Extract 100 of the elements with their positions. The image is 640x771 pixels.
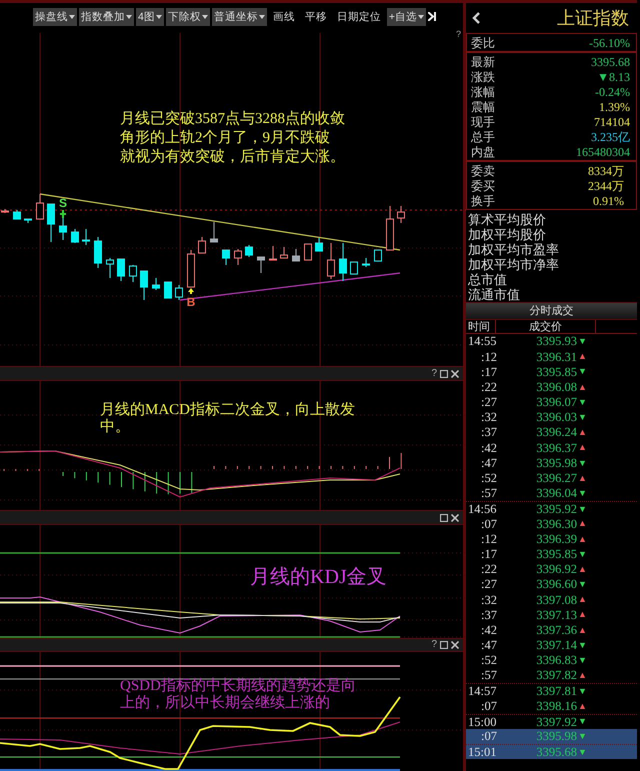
candlestick xyxy=(117,258,125,282)
direction-arrow: ▼ xyxy=(578,504,587,514)
time-cell-text: :22 xyxy=(480,380,498,394)
direction-arrow: ▼ xyxy=(578,413,587,422)
trade-row[interactable]: :42 3396.37▲ xyxy=(466,440,637,456)
price-cell-text: 3396.83 xyxy=(535,654,578,667)
trade-row[interactable]: :57 3397.82▲ xyxy=(466,668,637,684)
help-button[interactable]: ? xyxy=(431,368,437,378)
toolbar-button[interactable]: 4图 xyxy=(136,8,164,26)
trade-row[interactable]: :32 3396.03▼ xyxy=(466,410,637,426)
caret-icon xyxy=(202,15,208,19)
price-cell-text: 3396.60 xyxy=(535,578,578,591)
quote-value: 3.235亿 xyxy=(591,130,630,142)
quote-label: 最新 xyxy=(471,56,495,68)
trade-row[interactable]: :52 3396.27▲ xyxy=(466,470,637,486)
trade-row[interactable]: 14:55 3395.93▼ xyxy=(466,334,637,350)
candlestick xyxy=(374,250,382,262)
time-cell-text: :57 xyxy=(480,669,498,682)
candlestick xyxy=(59,218,67,240)
trade-row[interactable]: :27 3396.60▼ xyxy=(466,577,637,592)
candlestick xyxy=(397,206,405,224)
time-cell-text: :07 xyxy=(480,518,498,530)
direction-arrow: ▲ xyxy=(578,352,587,362)
sell-signal-label: S xyxy=(59,196,67,210)
trade-row[interactable]: :52 3396.83▼ xyxy=(466,652,637,668)
info-label: 总市值 xyxy=(468,272,508,287)
trade-row[interactable]: :17 3395.85▼ xyxy=(466,546,637,562)
trade-row[interactable]: 14:56 3395.92▼ xyxy=(466,501,637,516)
time-cell-text: :42 xyxy=(480,442,498,454)
caret-icon xyxy=(69,15,75,19)
trade-row[interactable]: :12 3396.31▲ xyxy=(466,349,637,364)
quote-value: 2344万 xyxy=(588,180,624,192)
trade-row[interactable]: 15:01 3395.68▼ xyxy=(466,744,637,760)
trade-row[interactable]: :07 3396.30▲ xyxy=(466,516,637,532)
candlestick xyxy=(13,210,21,220)
trade-row[interactable]: 14:57 3397.81▼ xyxy=(466,683,637,698)
toolbar-button[interactable]: 日期定位 xyxy=(332,8,385,26)
candlestick xyxy=(175,284,183,300)
quote-label: 委卖 xyxy=(471,164,495,176)
candlestick xyxy=(304,244,312,260)
close-icon[interactable] xyxy=(451,641,459,649)
buy-arrow-icon xyxy=(188,288,194,294)
trade-row[interactable]: :37 3396.24▲ xyxy=(466,425,637,440)
maximize-icon[interactable] xyxy=(440,370,448,378)
direction-arrow: ▲ xyxy=(578,564,587,574)
candlestick xyxy=(386,206,394,250)
time-cell-text: 14:57 xyxy=(467,685,498,698)
price-cell-text: 3396.08 xyxy=(535,380,578,394)
trade-row[interactable]: :22 3396.08▲ xyxy=(466,380,637,395)
direction-arrow: ▼ xyxy=(578,580,587,590)
trade-row[interactable]: :17 3395.85▼ xyxy=(466,364,637,380)
maximize-icon[interactable] xyxy=(440,514,448,522)
quote-label: 涨幅 xyxy=(471,86,495,98)
toolbar-button[interactable]: +自选 xyxy=(386,8,426,26)
caret-icon xyxy=(258,15,265,19)
trade-row[interactable]: :12 3396.39▲ xyxy=(466,531,637,547)
quote-label: 震幅 xyxy=(471,100,495,112)
time-cell-text: :32 xyxy=(480,594,498,606)
chevron-bar-icon[interactable] xyxy=(428,12,437,21)
toolbar-button[interactable]: 操盘线 xyxy=(33,8,77,26)
trade-row[interactable]: :32 3397.08▲ xyxy=(466,592,637,608)
candlestick xyxy=(47,204,55,242)
direction-arrow: ▼ xyxy=(578,732,587,741)
caret-icon xyxy=(126,15,132,19)
trade-row[interactable]: :07 3398.16▲ xyxy=(466,698,637,714)
back-chevron-icon[interactable] xyxy=(472,12,480,24)
direction-arrow: ▲ xyxy=(578,519,587,528)
price-cell-text: 3395.98 xyxy=(535,456,578,470)
toolbar-button[interactable]: 普通坐标 xyxy=(212,8,267,26)
maximize-icon[interactable] xyxy=(440,641,448,649)
quote-value: 8334万 xyxy=(588,164,624,176)
trade-row[interactable]: :07 3395.98▼ xyxy=(466,728,637,744)
time-cell-text: :52 xyxy=(480,654,498,667)
direction-arrow: ▲ xyxy=(578,382,587,392)
price-cell-text: 3396.04 xyxy=(535,487,578,500)
time-cell-text: :47 xyxy=(480,456,498,470)
trades-title-bar: 分时成交 xyxy=(466,302,637,320)
trade-row[interactable]: :37 3397.13▲ xyxy=(466,607,637,623)
toolbar-button[interactable]: 下除权 xyxy=(166,8,210,26)
trade-row[interactable]: :47 3395.98▼ xyxy=(466,456,637,471)
info-label: 加权平均市净率 xyxy=(468,257,560,272)
trade-row[interactable]: :22 3396.92▲ xyxy=(466,562,637,577)
trade-row[interactable]: :47 3397.14▼ xyxy=(466,638,637,653)
time-cell-text: :37 xyxy=(480,608,498,622)
quote-label: 换手 xyxy=(471,194,495,206)
trade-row[interactable]: :27 3396.07▼ xyxy=(466,394,637,410)
close-icon[interactable] xyxy=(451,514,459,522)
price-cell-text: 3395.85 xyxy=(535,548,578,560)
toolbar-button[interactable]: 指数叠加 xyxy=(79,8,134,26)
price-cell-text: 3395.68 xyxy=(535,746,578,758)
help-button[interactable]: ? xyxy=(456,30,461,39)
trade-row[interactable]: :57 3396.04▼ xyxy=(466,486,637,502)
direction-arrow: ▲ xyxy=(578,534,587,544)
help-button[interactable]: ? xyxy=(431,640,437,650)
toolbar-button[interactable]: 画线 xyxy=(268,8,299,26)
close-icon[interactable] xyxy=(451,370,459,378)
direction-arrow: ▼ xyxy=(578,686,587,696)
price-cell-text: 3397.36 xyxy=(535,624,578,636)
toolbar-button[interactable]: 平移 xyxy=(300,8,331,26)
trade-row[interactable]: :42 3397.36▲ xyxy=(466,622,637,638)
